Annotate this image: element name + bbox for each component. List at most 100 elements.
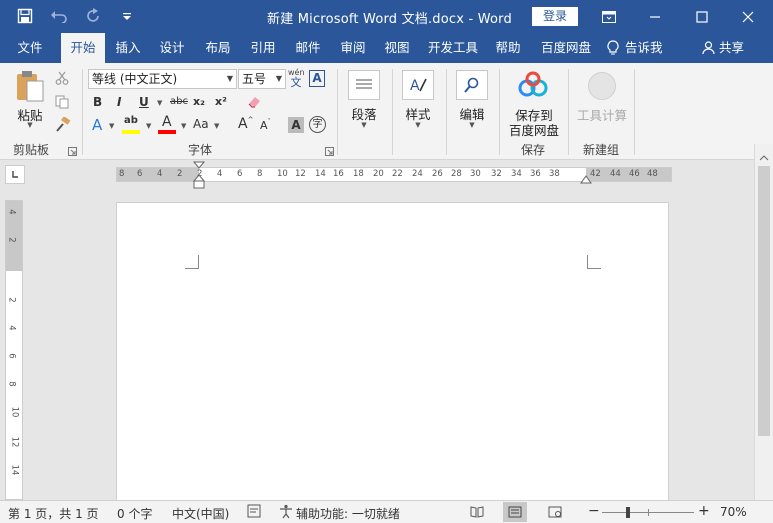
highlight-dropdown-icon[interactable]: ▼: [146, 122, 151, 130]
shrink-font-button[interactable]: Aˇ: [260, 118, 271, 132]
paste-icon[interactable]: [14, 69, 46, 103]
character-border-button[interactable]: A: [309, 70, 325, 87]
zoom-out-button[interactable]: −: [588, 503, 600, 519]
tab-references[interactable]: 引用: [244, 33, 282, 63]
tab-file[interactable]: 文件: [10, 33, 50, 63]
print-layout-icon[interactable]: [503, 502, 527, 522]
copy-icon[interactable]: [55, 95, 69, 112]
font-name-combo[interactable]: 等线 (中文正文) ▼: [88, 69, 237, 89]
superscript-button[interactable]: x²: [215, 95, 227, 108]
subscript-button[interactable]: x₂: [193, 95, 205, 108]
web-layout-icon[interactable]: [543, 502, 567, 522]
styles-dropdown-icon[interactable]: ▼: [398, 121, 438, 129]
tab-layout[interactable]: 布局: [199, 33, 237, 63]
new-group-label: 新建组: [583, 143, 620, 157]
strikethrough-button[interactable]: abc: [170, 96, 188, 107]
first-line-indent-marker[interactable]: [192, 161, 206, 194]
ruler-tick-label: 28: [451, 169, 462, 179]
maximize-icon[interactable]: [679, 0, 725, 33]
editing-dropdown-icon[interactable]: ▼: [452, 121, 492, 129]
language-indicator[interactable]: 中文(中国): [172, 505, 229, 522]
tab-help[interactable]: 帮助: [489, 33, 527, 63]
tab-home[interactable]: 开始: [61, 33, 105, 63]
format-painter-icon[interactable]: [55, 116, 71, 136]
clipboard-launcher-icon[interactable]: [68, 145, 77, 159]
change-case-dropdown-icon[interactable]: ▼: [214, 122, 219, 130]
redo-icon[interactable]: [82, 6, 104, 26]
vertical-ruler[interactable]: 4 2 2 4 6 8 10 12 14: [5, 200, 23, 500]
tab-review[interactable]: 审阅: [334, 33, 372, 63]
share-button[interactable]: 共享: [702, 33, 752, 63]
paste-dropdown-icon[interactable]: ▼: [14, 121, 46, 129]
font-color-dropdown-icon[interactable]: ▼: [181, 122, 186, 130]
ruler-tick-label: 4: [157, 169, 163, 179]
save-to-baidu-line2[interactable]: 百度网盘: [506, 120, 562, 139]
tab-mailings[interactable]: 邮件: [289, 33, 327, 63]
clear-formatting-icon[interactable]: [246, 94, 262, 113]
font-size-dropdown-icon[interactable]: ▼: [276, 70, 282, 88]
group-separator: [82, 69, 83, 155]
highlight-button[interactable]: ab: [122, 115, 142, 135]
baidu-netdisk-icon[interactable]: [518, 71, 548, 102]
person-icon: [702, 41, 715, 55]
zoom-slider[interactable]: [602, 507, 694, 518]
zoom-slider-thumb[interactable]: [626, 507, 630, 518]
vertical-scrollbar[interactable]: [754, 144, 773, 500]
scroll-up-icon[interactable]: [759, 150, 769, 164]
zoom-in-button[interactable]: +: [698, 503, 710, 519]
ribbon-display-options-icon[interactable]: [586, 0, 632, 33]
close-icon[interactable]: [725, 0, 771, 33]
scrollbar-thumb[interactable]: [758, 166, 770, 436]
underline-button[interactable]: U: [139, 95, 149, 109]
tab-design[interactable]: 设计: [153, 33, 191, 63]
cut-icon[interactable]: [55, 71, 69, 88]
character-shading-button[interactable]: A: [288, 117, 304, 133]
editing-icon[interactable]: [456, 70, 488, 100]
page-count[interactable]: 第 1 页，共 1 页: [8, 505, 99, 522]
accessibility-status[interactable]: 辅助功能: 一切就绪: [296, 505, 400, 522]
ruler-tick-label: 2: [6, 237, 17, 243]
font-size-combo[interactable]: 五号 ▼: [238, 69, 286, 89]
phonetic-guide-button[interactable]: wén 文: [288, 68, 305, 90]
minimize-icon[interactable]: [632, 0, 678, 33]
title-bar: 新建 Microsoft Word 文档.docx - Word 登录: [0, 0, 773, 33]
font-launcher-icon[interactable]: [325, 145, 334, 159]
tell-me-search[interactable]: 告诉我: [607, 33, 677, 63]
document-page[interactable]: [116, 202, 669, 502]
bold-button[interactable]: B: [93, 95, 102, 109]
login-button[interactable]: 登录: [532, 7, 578, 26]
group-separator: [499, 69, 500, 155]
undo-icon[interactable]: [48, 6, 70, 26]
accessibility-icon[interactable]: [278, 504, 294, 522]
right-indent-marker[interactable]: [580, 174, 592, 188]
customize-qat-icon[interactable]: [116, 6, 138, 26]
tool-calculate-label[interactable]: 工具计算: [574, 105, 630, 124]
ruler-tick-label: 34: [511, 169, 522, 179]
text-effect-button[interactable]: A: [92, 116, 102, 134]
italic-button[interactable]: I: [117, 95, 121, 109]
change-case-button[interactable]: Aa: [193, 117, 209, 131]
paragraph-dropdown-icon[interactable]: ▼: [344, 121, 384, 129]
styles-icon[interactable]: A: [402, 70, 434, 100]
font-color-swatch: [158, 130, 176, 134]
tab-developer[interactable]: 开发工具: [424, 33, 482, 63]
enclose-characters-button[interactable]: 字: [309, 116, 326, 133]
read-mode-icon[interactable]: [465, 502, 489, 522]
word-count[interactable]: 0 个字: [117, 505, 152, 522]
ruler-tick-label: 20: [373, 169, 384, 179]
tab-view[interactable]: 视图: [378, 33, 416, 63]
zoom-level[interactable]: 70%: [720, 505, 747, 519]
grow-font-button[interactable]: A^: [238, 116, 253, 132]
tell-me-label: 告诉我: [625, 40, 663, 55]
font-color-button[interactable]: A: [158, 114, 178, 135]
tab-insert[interactable]: 插入: [109, 33, 147, 63]
proofing-icon[interactable]: [247, 504, 261, 521]
save-icon[interactable]: [14, 6, 36, 26]
tab-baidu-netdisk[interactable]: 百度网盘: [535, 33, 597, 63]
underline-dropdown-icon[interactable]: ▼: [157, 99, 162, 107]
text-effect-dropdown-icon[interactable]: ▼: [109, 122, 114, 130]
font-name-dropdown-icon[interactable]: ▼: [227, 70, 233, 88]
tab-selector[interactable]: [5, 165, 25, 184]
tool-calculate-icon[interactable]: [588, 72, 616, 100]
paragraph-icon[interactable]: [348, 70, 380, 100]
